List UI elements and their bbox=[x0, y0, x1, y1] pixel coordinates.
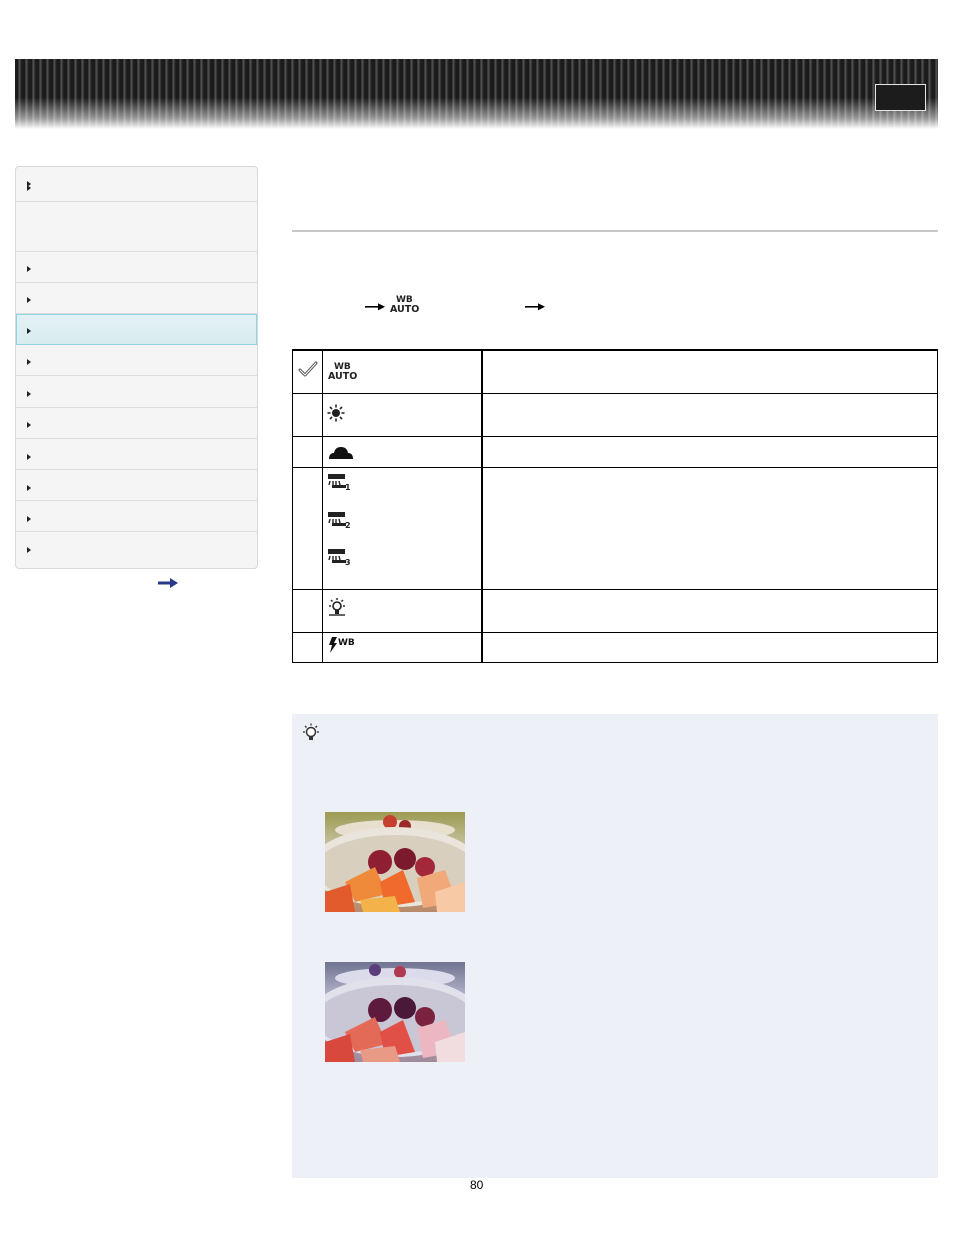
table-cell: WB AUTO bbox=[321, 349, 484, 394]
svg-text:AUTO: AUTO bbox=[328, 371, 357, 382]
sidebar-item[interactable] bbox=[16, 439, 257, 470]
table-row bbox=[292, 435, 939, 468]
sidebar-item[interactable] bbox=[16, 181, 257, 252]
fluorescent-1-icon: 1 bbox=[327, 473, 351, 491]
triangle-right-icon bbox=[27, 454, 31, 460]
table-cell bbox=[292, 466, 323, 590]
triangle-right-icon bbox=[27, 516, 31, 522]
table-cell bbox=[481, 466, 939, 590]
table-row bbox=[292, 392, 939, 437]
arrow-right-icon bbox=[365, 303, 385, 311]
table-cell bbox=[292, 392, 323, 437]
sample-photo-warm bbox=[325, 812, 465, 912]
sidebar-item[interactable] bbox=[16, 408, 257, 439]
table-cell bbox=[292, 588, 323, 633]
table-row: WB bbox=[292, 631, 939, 663]
wb-auto-icon: WB AUTO bbox=[328, 362, 357, 382]
triangle-right-icon bbox=[27, 422, 31, 428]
header-banner bbox=[15, 59, 938, 129]
table-row: 1 2 3 bbox=[292, 466, 939, 590]
triangle-right-icon bbox=[27, 266, 31, 272]
flash-wb-icon: WB bbox=[328, 636, 355, 653]
table-cell bbox=[481, 588, 939, 633]
header-button[interactable] bbox=[875, 84, 926, 111]
table-cell: 1 2 3 bbox=[321, 466, 484, 590]
white-balance-table: WB AUTO 1 2 3 WB bbox=[292, 349, 939, 663]
svg-text:3: 3 bbox=[345, 558, 351, 566]
triangle-right-icon bbox=[27, 181, 31, 187]
sidebar-item[interactable] bbox=[16, 167, 257, 202]
table-cell bbox=[321, 435, 484, 468]
wb-auto-icon: WB AUTO bbox=[390, 295, 419, 315]
triangle-right-icon bbox=[27, 359, 31, 365]
lightbulb-hint-icon bbox=[303, 723, 319, 740]
arrow-right-icon bbox=[525, 303, 545, 311]
svg-text:1: 1 bbox=[345, 483, 351, 491]
page-number: 80 bbox=[470, 1178, 484, 1192]
table-cell bbox=[481, 392, 939, 437]
sidebar-item[interactable] bbox=[16, 470, 257, 501]
sidebar-item[interactable] bbox=[16, 532, 257, 568]
table-cell bbox=[292, 631, 323, 663]
sidebar-item[interactable] bbox=[16, 252, 257, 283]
table-cell bbox=[481, 349, 939, 394]
table-cell: WB bbox=[321, 631, 484, 663]
triangle-right-icon bbox=[27, 485, 31, 491]
sidebar-nav bbox=[15, 166, 258, 569]
table-row: WB AUTO bbox=[292, 349, 939, 394]
table-cell bbox=[321, 588, 484, 633]
triangle-right-icon bbox=[27, 391, 31, 397]
table-row bbox=[292, 588, 939, 633]
table-cell bbox=[321, 392, 484, 437]
sample-photo-cool bbox=[325, 962, 465, 1062]
table-cell bbox=[481, 631, 939, 663]
check-icon bbox=[298, 361, 318, 377]
daylight-icon bbox=[327, 404, 345, 421]
table-cell bbox=[481, 435, 939, 468]
fluorescent-3-icon: 3 bbox=[327, 548, 351, 566]
title-divider bbox=[292, 230, 938, 232]
triangle-right-icon bbox=[27, 328, 31, 334]
sidebar-item[interactable] bbox=[16, 501, 257, 532]
svg-text:AUTO: AUTO bbox=[390, 304, 419, 315]
svg-text:2: 2 bbox=[345, 521, 351, 529]
triangle-right-icon bbox=[27, 547, 31, 553]
sidebar-item[interactable] bbox=[16, 283, 257, 314]
table-cell bbox=[292, 349, 323, 394]
incandescent-icon bbox=[328, 597, 345, 616]
arrow-right-icon[interactable] bbox=[158, 578, 178, 588]
table-cell bbox=[292, 435, 323, 468]
sidebar-item[interactable] bbox=[16, 376, 257, 408]
triangle-right-icon bbox=[27, 297, 31, 303]
setting-path: WB AUTO bbox=[365, 295, 545, 315]
sidebar-item[interactable] bbox=[16, 345, 257, 376]
sidebar-item-active[interactable] bbox=[16, 314, 257, 345]
cloudy-icon bbox=[328, 446, 353, 459]
fluorescent-2-icon: 2 bbox=[327, 511, 351, 529]
hint-box bbox=[292, 714, 938, 1178]
svg-text:WB: WB bbox=[338, 638, 355, 648]
